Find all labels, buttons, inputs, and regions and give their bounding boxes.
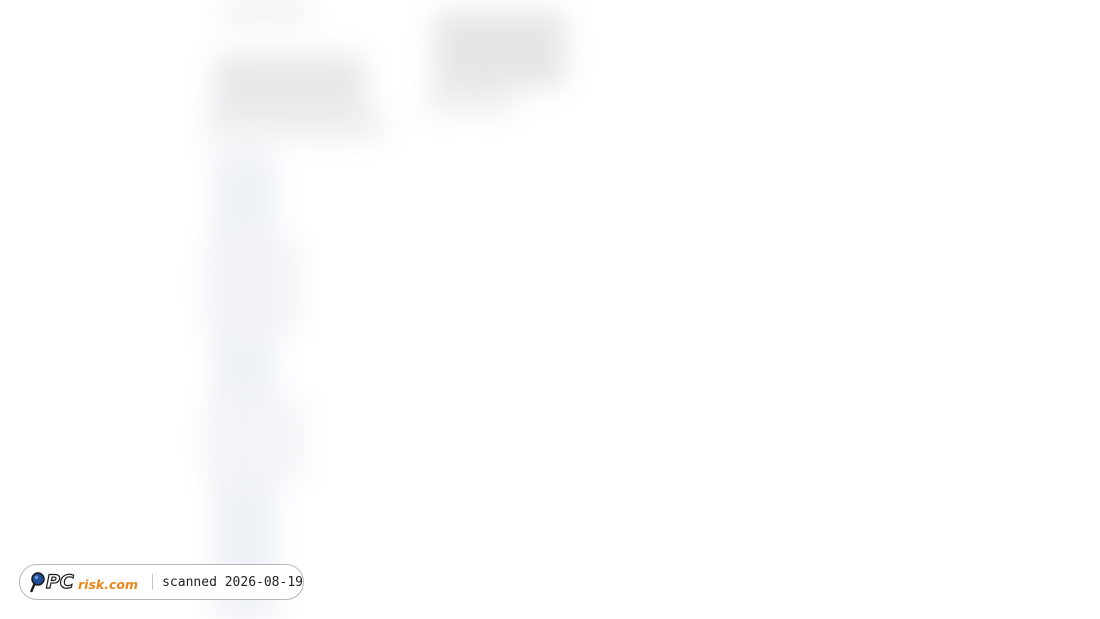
blurred-block [205,110,385,140]
pcrisk-logo: PC risk.com [30,570,142,594]
magnifier-logo-icon: PC risk.com [30,570,138,594]
blurred-page: PC risk.com scanned 2026-08-19 [0,0,1100,619]
blurred-block [205,400,305,480]
pcrisk-watermark: PC risk.com scanned 2026-08-19 [19,564,304,600]
svg-text:PC: PC [46,571,74,593]
scan-date-text: scanned 2026-08-19 [162,574,303,590]
blurred-block [212,150,277,619]
blurred-block [435,12,565,87]
blurred-block [425,85,515,115]
blurred-block [205,240,300,330]
blurred-block [220,0,310,25]
blurred-content [0,0,1100,619]
svg-text:risk.com: risk.com [78,577,138,592]
